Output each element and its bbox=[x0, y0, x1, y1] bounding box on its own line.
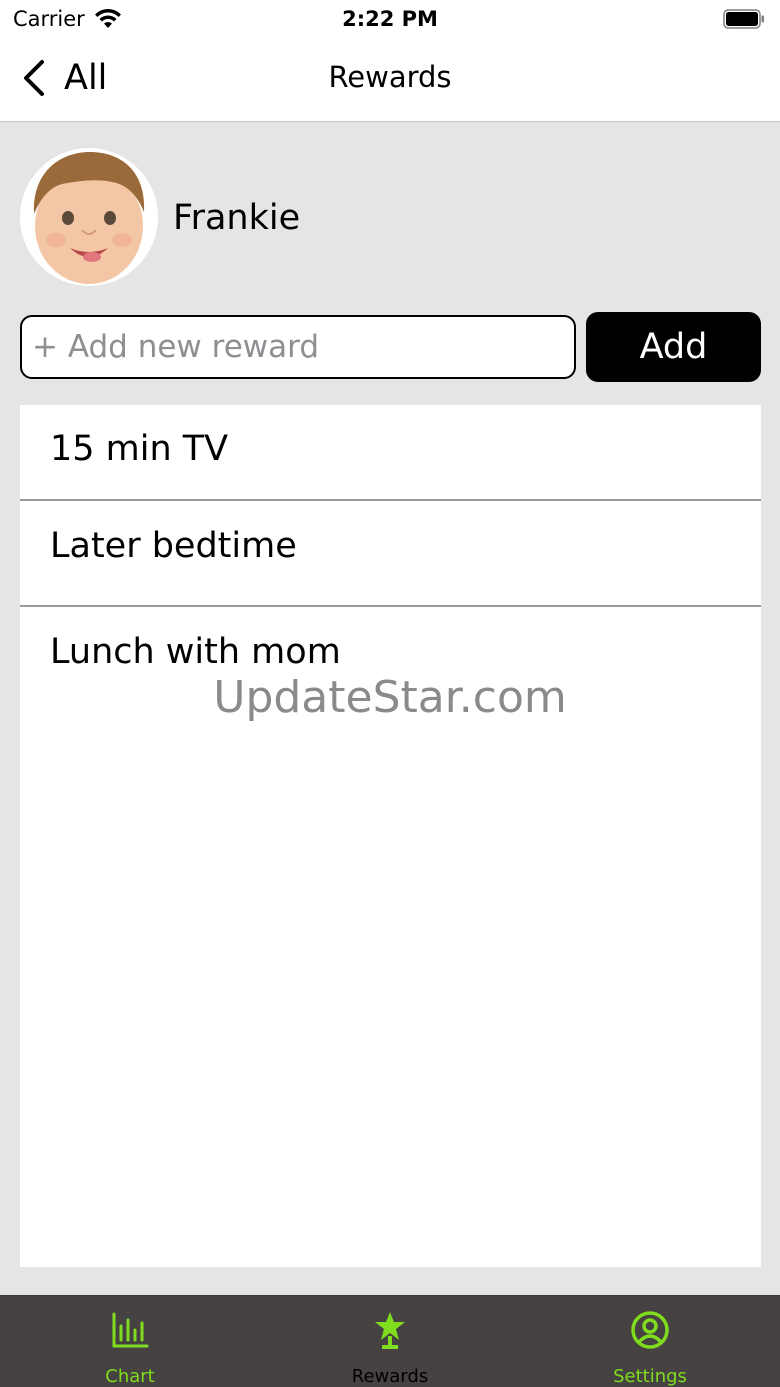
child-photo bbox=[20, 148, 158, 286]
reward-item[interactable]: Lunch with mom bbox=[20, 607, 761, 713]
child-profile: Frankie bbox=[20, 148, 420, 288]
tab-label: Chart bbox=[105, 1366, 155, 1387]
battery-icon bbox=[723, 9, 764, 29]
reward-list: 15 min TV Later bedtime Lunch with mom bbox=[20, 405, 761, 1267]
status-bar: Carrier 2:22 PM bbox=[0, 0, 780, 40]
clock: 2:22 PM bbox=[342, 7, 438, 31]
navigation-bar: All Rewards bbox=[0, 40, 780, 122]
add-reward-button[interactable]: Add bbox=[586, 312, 761, 382]
tab-label: Rewards bbox=[351, 1366, 429, 1387]
user-circle-icon bbox=[631, 1311, 669, 1349]
tab-bar: Chart Rewards Settings bbox=[0, 1295, 780, 1387]
bar-chart-icon bbox=[112, 1312, 149, 1348]
tab-label: Settings bbox=[613, 1366, 687, 1387]
star-trophy-icon bbox=[375, 1312, 405, 1349]
avatar bbox=[20, 148, 158, 286]
reward-item[interactable]: Later bedtime bbox=[20, 501, 761, 607]
tab-settings[interactable]: Settings bbox=[550, 1296, 750, 1387]
tab-chart[interactable]: Chart bbox=[30, 1296, 230, 1387]
new-reward-input[interactable] bbox=[20, 315, 576, 379]
child-name: Frankie bbox=[173, 198, 301, 238]
tab-rewards[interactable]: Rewards bbox=[290, 1296, 490, 1387]
reward-item[interactable]: 15 min TV bbox=[20, 405, 761, 501]
page-title: Rewards bbox=[328, 60, 452, 94]
